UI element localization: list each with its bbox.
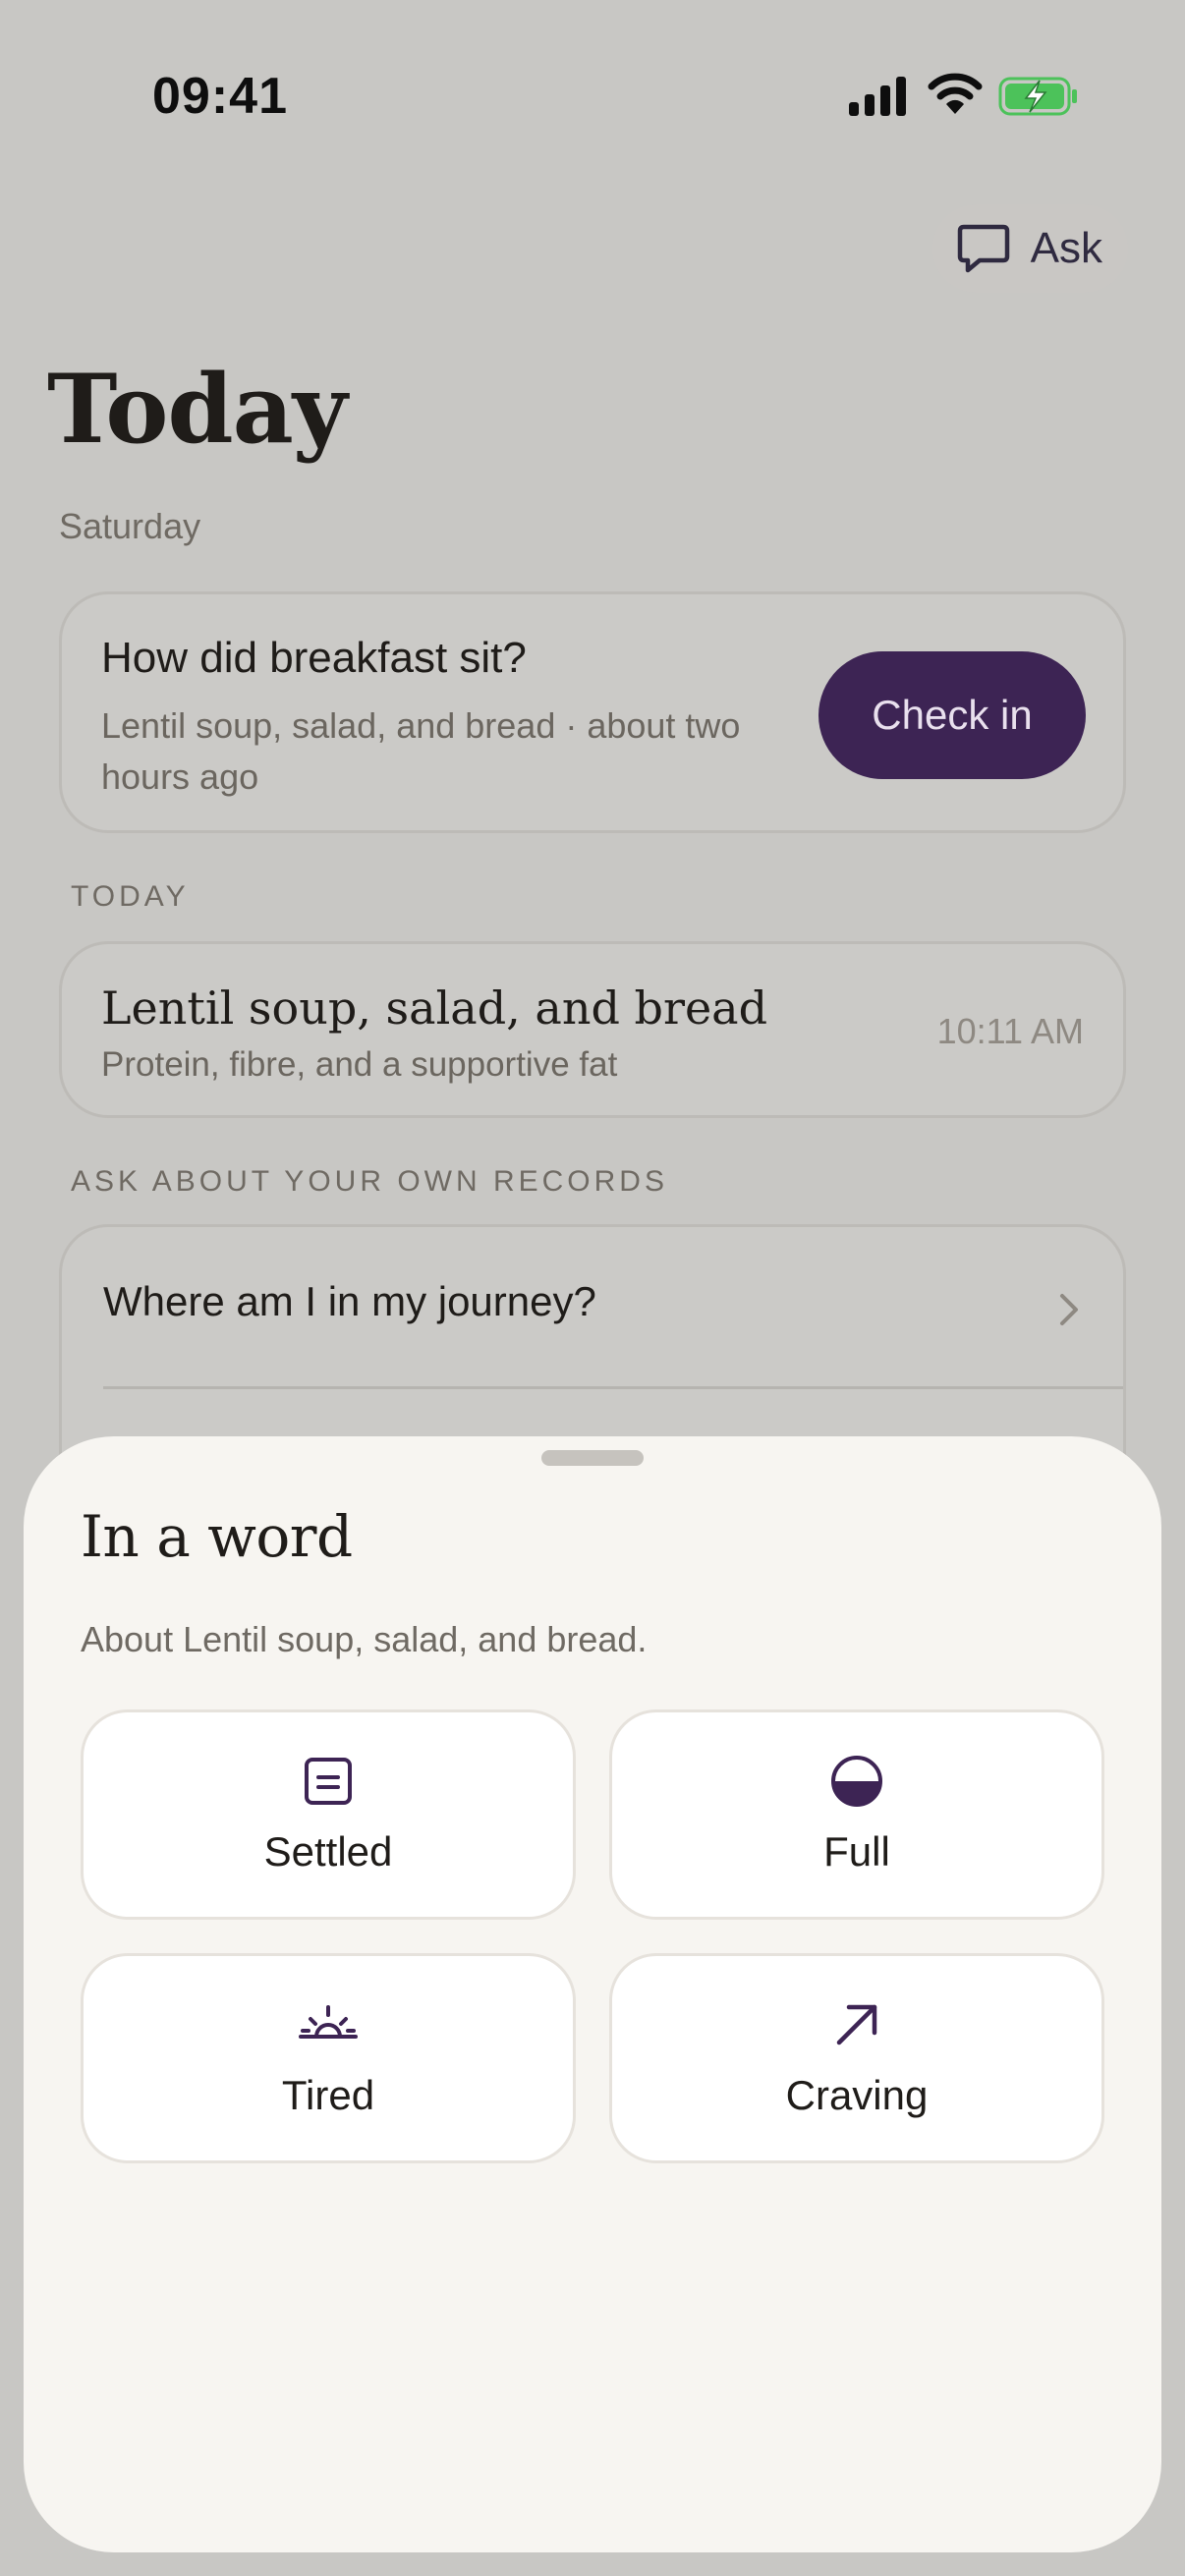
status-bar: 09:41 [0,0,1185,187]
checkin-description: Lentil soup, salad, and bread · about tw… [101,705,741,797]
sheet-title: In a word [81,1503,353,1570]
page-subtitle: Saturday [59,506,201,546]
option-full[interactable]: Full [609,1709,1104,1920]
wifi-icon [928,73,983,114]
checkin-card: How did breakfast sit? Lentil soup, sala… [59,591,1126,833]
divider [103,1386,1123,1389]
half-circle-icon [831,1756,882,1807]
checkin-title: How did breakfast sit? [101,634,527,682]
option-tired-label: Tired [281,2072,375,2118]
meal-title: Lentil soup, salad, and bread [101,981,768,1035]
ask-label: Ask [1030,224,1102,272]
meal-description: Protein, fibre, and a supportive fat [101,1045,618,1084]
option-full-label: Full [823,1828,890,1875]
sheet-grabber[interactable] [541,1450,644,1466]
records-item-journey[interactable]: Where am I in my journey? [103,1278,596,1325]
note-icon [305,1758,352,1805]
bottom-sheet: In a word About Lentil soup, salad, and … [24,1436,1161,2552]
records-section-label: ASK ABOUT YOUR OWN RECORDS [71,1165,668,1198]
battery-charging-icon [998,77,1077,116]
chat-bubble-icon [957,224,1009,273]
cellular-signal-icon [849,77,906,116]
option-craving[interactable]: Craving [609,1953,1104,2163]
option-craving-label: Craving [785,2072,929,2118]
today-section-label: TODAY [71,880,190,913]
sunset-icon [299,2005,358,2039]
ask-button[interactable]: Ask [931,204,1128,293]
chevron-right-icon [1060,1294,1078,1325]
option-settled-label: Settled [263,1828,393,1875]
meal-time: 10:11 AM [936,1011,1084,1051]
arrow-up-right-icon [836,2004,877,2045]
sheet-subtitle: About Lentil soup, salad, and bread. [81,1619,648,1659]
option-settled[interactable]: Settled [81,1709,576,1920]
page-title: Today [47,354,348,465]
meal-card[interactable]: Lentil soup, salad, and bread Protein, f… [59,941,1126,1118]
check-in-button[interactable]: Check in [818,651,1086,779]
status-time: 09:41 [152,68,288,125]
option-tired[interactable]: Tired [81,1953,576,2163]
